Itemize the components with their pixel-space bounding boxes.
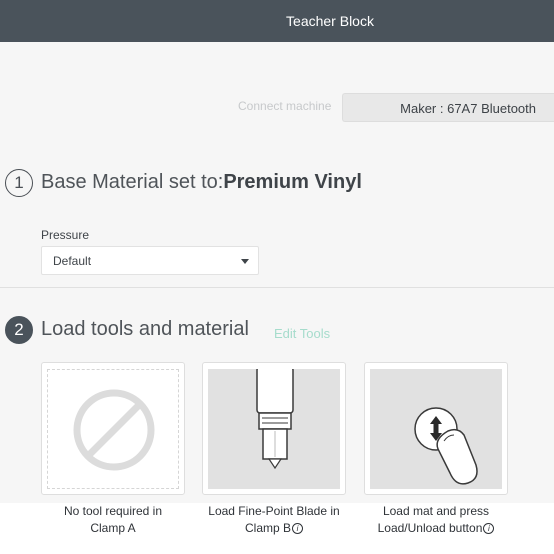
pressure-dropdown[interactable]: Default [41,246,259,275]
info-icon[interactable]: i [483,523,495,535]
step-1-title-prefix: Base Material set to: [41,171,224,193]
caption-line: Load mat and press [382,504,490,518]
step-1-title: Base Material set to:Premium Vinyl [41,171,362,194]
connect-machine-link[interactable]: Connect machine [238,99,331,113]
caption-line: Load/Unload button [377,521,483,535]
fine-point-blade-icon [256,369,294,470]
tool-card-caption: Load mat and press Load/Unload button i [364,503,508,537]
step-2-title: Load tools and material [41,318,249,340]
machine-selector-label: Maker : 67A7 Bluetooth [400,101,536,116]
tool-card-image [208,369,340,489]
pressure-dropdown-value: Default [53,254,92,268]
section-divider [0,287,554,288]
caption-line: Clamp A [90,521,136,535]
load-unload-button-icon [414,407,478,485]
app-header: Teacher Block [0,0,554,42]
tool-card-clamp-a [41,362,185,495]
tool-card-clamp-b [202,362,346,495]
main-panel: Connect machine Maker : 67A7 Bluetooth 1… [0,42,554,535]
pressure-label: Pressure [41,228,90,242]
tool-card-caption: Load Fine-Point Blade in Clamp Bi [202,503,346,537]
machine-selector-button[interactable]: Maker : 67A7 Bluetooth [342,93,554,122]
step-2-badge: 2 [5,316,33,344]
step-1-badge: 1 [5,169,33,197]
caption-line: No tool required in [63,504,163,518]
tool-card-caption: No tool required in Clamp A [41,503,185,537]
caption-line: Clamp B [244,521,291,535]
tool-card-load-mat [364,362,508,495]
info-icon[interactable]: i [292,523,303,535]
project-title: Teacher Block [286,13,374,29]
edit-tools-link[interactable]: Edit Tools [274,326,330,341]
caption-line: Load Fine-Point Blade in [208,504,340,518]
no-tool-icon [73,389,155,471]
tool-card-image [47,369,179,489]
tool-card-image [370,369,502,489]
material-name: Premium Vinyl [223,171,362,193]
caret-down-icon [241,259,249,264]
